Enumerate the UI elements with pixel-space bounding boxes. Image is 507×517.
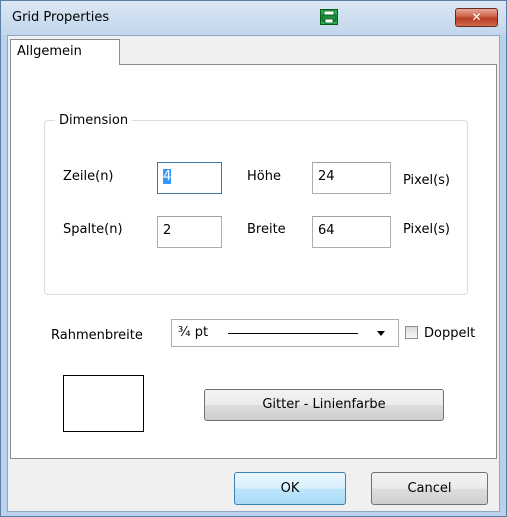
line-color-button[interactable]: Gitter - Linienfarbe bbox=[204, 389, 444, 421]
chevron-down-icon[interactable] bbox=[377, 331, 385, 336]
ok-button[interactable]: OK bbox=[234, 472, 346, 505]
cols-input[interactable]: 2 bbox=[157, 216, 222, 248]
rows-value: 4 bbox=[163, 169, 172, 184]
title-bar[interactable]: Grid Properties ✕ bbox=[1, 1, 506, 35]
dialog-body: Allgemein Dimension Zeile(n) 4 Höhe 24 P… bbox=[7, 35, 500, 512]
width-input[interactable]: 64 bbox=[312, 216, 391, 248]
close-icon: ✕ bbox=[471, 10, 482, 24]
line-color-swatch bbox=[63, 375, 144, 432]
cols-label: Spalte(n) bbox=[63, 222, 123, 237]
line-color-button-label: Gitter - Linienfarbe bbox=[262, 397, 386, 412]
window-title: Grid Properties bbox=[12, 10, 110, 25]
cancel-button[interactable]: Cancel bbox=[371, 472, 488, 505]
border-width-select[interactable]: ¾ pt bbox=[171, 319, 399, 347]
green-printer-icon bbox=[320, 9, 338, 25]
width-label: Breite bbox=[247, 222, 286, 237]
dimension-groupbox bbox=[44, 120, 468, 295]
cancel-button-label: Cancel bbox=[407, 481, 452, 496]
rows-label: Zeile(n) bbox=[63, 169, 114, 184]
tab-label: Allgemein bbox=[17, 44, 82, 59]
height-input[interactable]: 24 bbox=[312, 162, 391, 194]
double-label: Doppelt bbox=[424, 326, 476, 341]
width-unit-label: Pixel(s) bbox=[403, 222, 450, 237]
dimension-group-label: Dimension bbox=[55, 113, 133, 128]
border-width-value: ¾ pt bbox=[178, 325, 209, 340]
tab-allgemein[interactable]: Allgemein bbox=[10, 39, 120, 65]
width-value: 64 bbox=[318, 223, 335, 238]
dialog-window: Grid Properties ✕ Allgemein Dimension Ze… bbox=[0, 0, 507, 517]
line-preview bbox=[228, 333, 358, 334]
height-value: 24 bbox=[318, 169, 335, 184]
height-label: Höhe bbox=[247, 169, 281, 184]
close-button[interactable]: ✕ bbox=[455, 8, 498, 27]
rows-input[interactable]: 4 bbox=[157, 162, 222, 194]
height-unit-label: Pixel(s) bbox=[403, 173, 450, 188]
ok-button-label: OK bbox=[280, 481, 300, 496]
border-width-label: Rahmenbreite bbox=[51, 328, 143, 343]
double-checkbox[interactable] bbox=[405, 326, 418, 339]
cols-value: 2 bbox=[163, 223, 172, 238]
